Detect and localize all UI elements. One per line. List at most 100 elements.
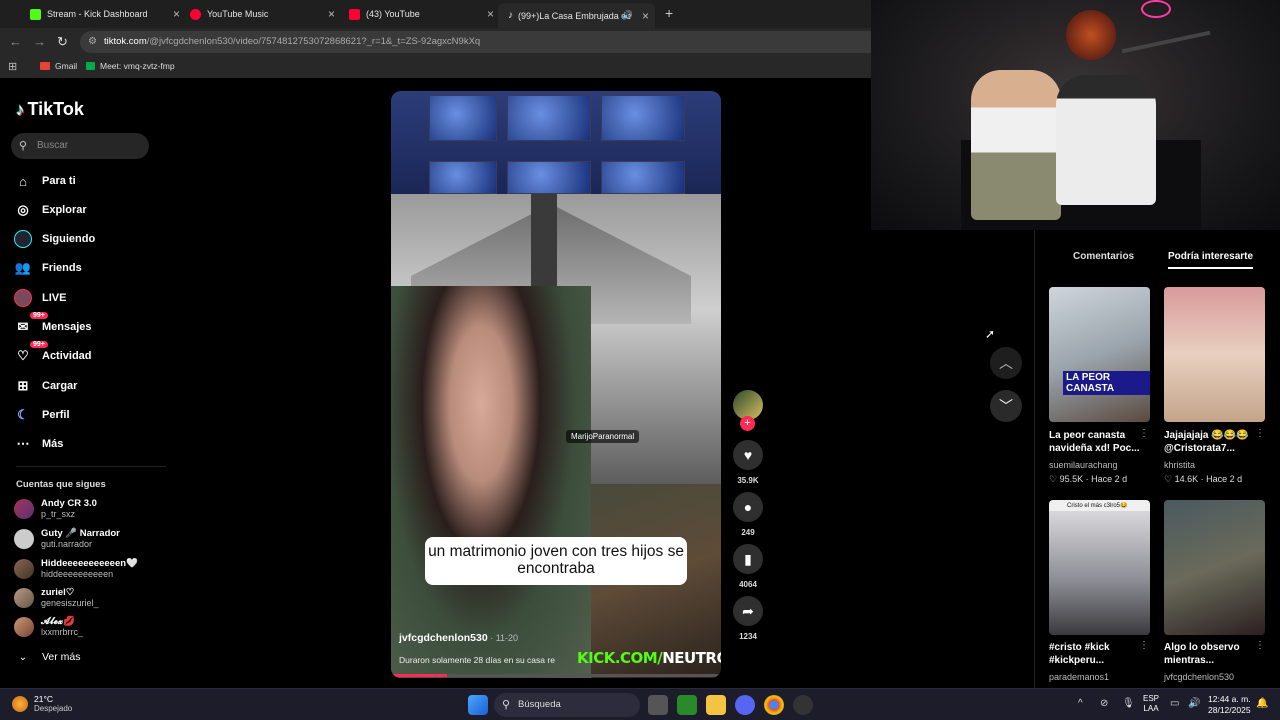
discord-icon[interactable] [735, 695, 755, 715]
video-player[interactable]: MarijoParanormal un matrimonio joven con… [391, 91, 721, 678]
taskbar-search[interactable]: ⚲ Búsqueda [494, 693, 640, 717]
see-more-button[interactable]: ⌄ Ver más [14, 646, 81, 668]
chevron-up-icon: ︿ [999, 355, 1013, 371]
related-video-title[interactable]: Algo lo observo mientras... [1164, 641, 1259, 667]
close-icon[interactable]: × [487, 7, 494, 21]
microphone-arm [1121, 30, 1211, 54]
account-name: 𝓐𝓵𝓮𝔁💋 [41, 616, 75, 627]
new-tab-button[interactable]: + [665, 5, 673, 21]
video-window-scene [391, 91, 721, 194]
more-options-icon[interactable]: ⋮ [1139, 428, 1149, 439]
gmail-icon [40, 62, 50, 70]
forward-icon[interactable]: → [33, 34, 46, 49]
nav-label: Perfil [42, 409, 70, 421]
nav-friends[interactable]: 👥 Friends [14, 257, 82, 279]
nav-label: Cargar [42, 380, 78, 392]
bookmark-meet[interactable]: Meet: vmq-zvtz-fmp [86, 61, 175, 71]
windows-start-icon[interactable] [468, 695, 488, 715]
more-options-icon[interactable]: ⋮ [1139, 640, 1149, 651]
comment-button[interactable]: ● 249 [733, 492, 763, 537]
avatar [14, 588, 34, 608]
tab-kick-dashboard[interactable]: Stream - Kick Dashboard × [30, 3, 180, 25]
apps-grid-icon[interactable]: ⊞ [8, 60, 17, 73]
nav-explorar[interactable]: ◎ Explorar [14, 199, 86, 221]
next-video-button[interactable]: ﹀ [990, 390, 1022, 422]
url-field[interactable]: ⚙ tiktok.com/@jvfcgdchenlon530/video/757… [80, 31, 880, 53]
nav-mensajes[interactable]: ✉ 99+ Mensajes [14, 312, 92, 338]
tab-youtube[interactable]: (43) YouTube × [349, 3, 494, 25]
related-video-author[interactable]: jvfcgdchenlon530 [1164, 672, 1234, 682]
messages-badge: 99+ [30, 312, 48, 319]
followed-account[interactable]: Guty 🎤 Narrador guti.narrador [14, 528, 120, 550]
followed-account[interactable]: zuriel♡ genesiszuriel_ [14, 587, 99, 609]
microphone-icon[interactable]: 🎙 [1122, 698, 1135, 709]
notification-bell-icon[interactable]: 🔔 [1256, 698, 1268, 709]
nav-mas[interactable]: ⋯ Más [14, 433, 64, 455]
close-icon[interactable]: × [173, 7, 180, 21]
like-button[interactable]: ♥ 35.9K [733, 440, 763, 485]
account-handle: hiddeeeeeeeeeen [41, 569, 114, 579]
search-input[interactable]: ⚲ Buscar [11, 133, 149, 159]
tab-comentarios[interactable]: Comentarios [1073, 251, 1134, 262]
chrome-icon[interactable] [764, 695, 784, 715]
monitor-icon[interactable]: ▭ [1170, 698, 1179, 709]
chevron-up-icon[interactable]: ^ [1078, 698, 1083, 709]
task-view-icon[interactable] [648, 695, 668, 715]
related-video-thumbnail[interactable]: Cristo el más c3lro5😂 [1049, 500, 1150, 635]
nav-actividad[interactable]: ♡ 99+ Actividad [14, 341, 92, 367]
speaker-icon[interactable]: 🔊 [622, 10, 633, 21]
activity-badge: 99+ [30, 341, 48, 348]
nav-siguiendo[interactable]: Siguiendo [14, 228, 95, 250]
clock-date: 28/12/2025 [1208, 705, 1251, 715]
weather-widget[interactable]: 21°C Despejado [12, 694, 72, 713]
mouse-cursor-icon: ➚ [985, 327, 996, 341]
author-avatar-button[interactable]: + [733, 390, 763, 435]
nav-live[interactable]: LIVE [14, 287, 66, 309]
close-icon[interactable]: × [642, 9, 649, 23]
nav-para-ti[interactable]: ⌂ Para ti [14, 170, 76, 192]
more-options-icon[interactable]: ⋮ [1255, 428, 1265, 439]
related-video-thumbnail[interactable]: LA PEOR CANASTA [1049, 287, 1150, 422]
related-video-title[interactable]: La peor canasta navideña xd! Poc... [1049, 429, 1144, 455]
share-button[interactable]: ➦ 1234 [733, 596, 763, 641]
related-video-thumbnail[interactable] [1164, 287, 1265, 422]
tab-tiktok-active[interactable]: ♪ (99+)La Casa Embrujada de 🔊 × [498, 3, 655, 28]
temperature: 21°C [34, 694, 53, 704]
clock[interactable]: 12:44 a. m. 28/12/2025 [1208, 694, 1251, 716]
related-video-author[interactable]: suemilaurachang [1049, 460, 1118, 470]
tab-podria-interesarte[interactable]: Podría interesarte [1168, 251, 1253, 262]
related-video-title[interactable]: #cristo #kick #kickperu... [1049, 641, 1144, 667]
video-progress-bar[interactable] [391, 674, 721, 677]
xbox-icon[interactable] [677, 695, 697, 715]
tiktok-logo[interactable]: ♪ TikTok [16, 99, 84, 120]
more-options-icon[interactable]: ⋮ [1255, 640, 1265, 651]
moon-weather-icon [12, 695, 28, 712]
thumbnail-overlay-text: Cristo el más c3lro5😂 [1067, 503, 1128, 509]
obs-icon[interactable] [793, 695, 813, 715]
followed-account[interactable]: 𝓐𝓵𝓮𝔁💋 lxxmrbrrc_ [14, 616, 83, 638]
file-explorer-icon[interactable] [706, 695, 726, 715]
bookmark-gmail[interactable]: Gmail [40, 61, 77, 71]
close-icon[interactable]: × [328, 7, 335, 21]
tab-youtube-music[interactable]: YouTube Music × [190, 3, 335, 25]
language-indicator[interactable]: ESP LAA [1143, 694, 1159, 714]
video-author[interactable]: jvfcgdchenlon530 · 11-20 [399, 632, 518, 644]
search-placeholder: Buscar [37, 140, 69, 151]
related-video-author[interactable]: parademanos1 [1049, 672, 1109, 682]
related-video-author[interactable]: khristita [1164, 460, 1195, 470]
followed-account[interactable]: Hiddeeeeeeeeeeen🤍 hiddeeeeeeeeeen [14, 558, 138, 580]
follow-plus-icon[interactable]: + [740, 416, 755, 431]
related-video-title[interactable]: Jajajajaja 😂😂😂 @Cristorata7... [1164, 429, 1259, 455]
nav-perfil[interactable]: ☾ Perfil [14, 404, 70, 426]
previous-video-button[interactable]: ︿ [990, 347, 1022, 379]
related-video-thumbnail[interactable] [1164, 500, 1265, 635]
reload-icon[interactable]: ↻ [57, 34, 68, 50]
save-button[interactable]: ▮ 4064 [733, 544, 763, 589]
network-off-icon[interactable]: ⊘ [1100, 698, 1108, 709]
volume-icon[interactable]: 🔊 [1188, 698, 1200, 709]
site-info-icon[interactable]: ⚙ [88, 31, 97, 53]
followed-account[interactable]: Andy CR 3.0 p_tr_sxz [14, 498, 97, 520]
nav-cargar[interactable]: ⊞ Cargar [14, 375, 78, 397]
back-icon[interactable]: ← [9, 34, 22, 49]
account-name: Andy CR 3.0 [41, 498, 97, 509]
